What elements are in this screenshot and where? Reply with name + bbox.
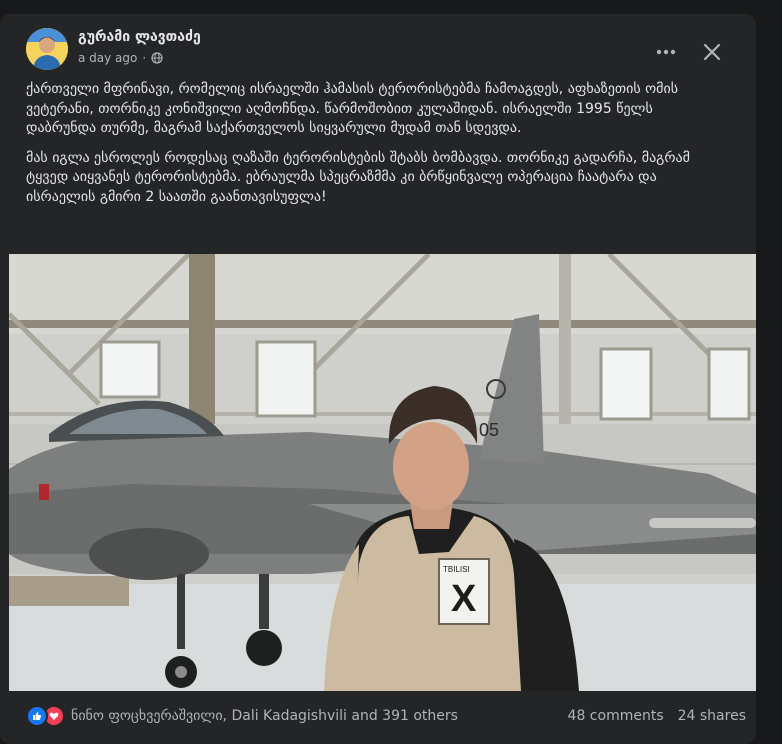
shares-count[interactable]: 24 shares [678,708,746,724]
more-dots-icon [656,49,676,55]
thumbs-up-icon [33,712,42,720]
tail-number: 05 [479,420,499,440]
comments-count[interactable]: 48 comments [568,708,664,724]
close-icon [703,43,721,61]
post-header: გურამი ლავთაძე a day ago · [26,28,746,78]
photo-image: 05 X TBILISI [9,254,756,691]
post-text: ქართველი მფრინავი, რომელიც ისრაელში ჰამა… [26,80,726,217]
vest-badge-top: TBILISI [443,565,470,574]
reaction-icons[interactable] [26,705,65,727]
post-paragraph: მას იგლა ესროლეს როდესაც ღაზაში ტერორისტ… [26,149,690,205]
more-options-button[interactable] [650,36,682,68]
post-photo[interactable]: 05 X TBILISI [9,254,756,691]
post-paragraph: ქართველი მფრინავი, რომელიც ისრაელში ჰამა… [26,81,679,136]
like-reaction-icon [26,705,48,727]
heart-icon [49,712,59,720]
post-footer: ნინო ფოცხვერაშვილი, Dali Kadagishvili an… [26,702,746,730]
post-card: გურამი ლავთაძე a day ago · ქართველი მფრი… [0,14,756,744]
author-name[interactable]: გურამი ლავთაძე [78,29,201,45]
author-avatar[interactable] [26,28,68,70]
vest-badge-letter: X [451,578,477,620]
avatar-image [26,28,68,70]
reacted-names[interactable]: ნინო ფოცხვერაშვილი, Dali Kadagishvili an… [71,708,568,724]
globe-icon [151,52,163,64]
engagement-counts: 48 comments 24 shares [568,708,746,724]
post-time[interactable]: a day ago [78,51,137,65]
close-button[interactable] [694,34,730,70]
post-meta: a day ago · [78,51,163,65]
